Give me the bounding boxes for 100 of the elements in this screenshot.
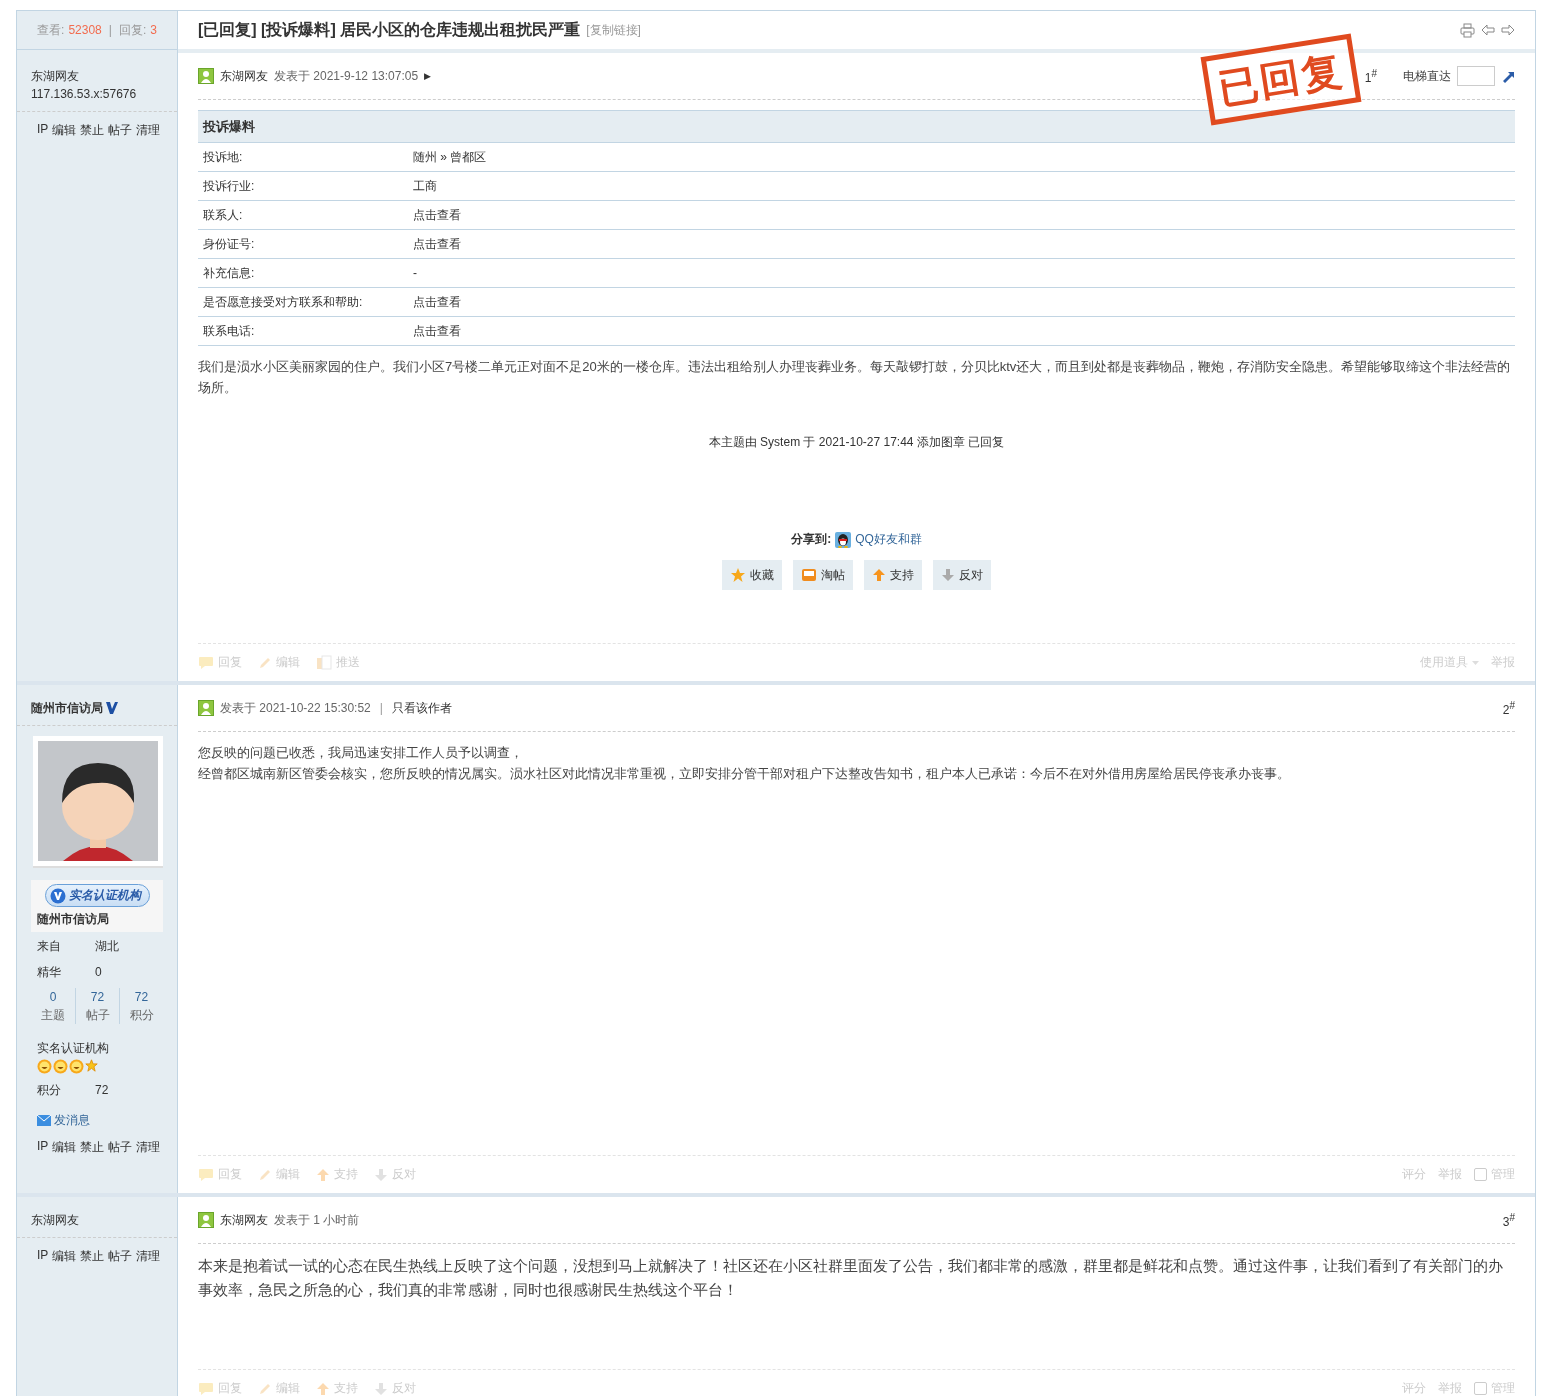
post-tool-button[interactable]: 淘帖 xyxy=(793,560,853,590)
form-title: 投诉爆料 xyxy=(198,110,1515,143)
field-value: 随州 » 曾都区 xyxy=(413,148,488,166)
field-value: 点击查看 xyxy=(413,322,462,340)
admin-link[interactable]: 禁止 xyxy=(80,1248,105,1265)
admin-link[interactable]: 清理 xyxy=(136,122,161,139)
field-label: 联系电话: xyxy=(203,322,256,340)
down-arrow-icon xyxy=(374,1381,388,1396)
post-date: 发表于 2021-10-22 15:30:52 xyxy=(220,699,371,717)
admin-link[interactable]: 清理 xyxy=(136,1248,161,1265)
info-label: 精华 xyxy=(37,963,62,981)
previous-arrow-icon[interactable] xyxy=(1481,22,1495,37)
info-value: 72 xyxy=(95,1083,110,1097)
star-icon xyxy=(730,567,746,583)
admin-link[interactable]: 清理 xyxy=(136,1139,161,1156)
up-arrow-icon xyxy=(872,568,886,582)
admin-link[interactable]: 帖子 xyxy=(108,122,133,139)
author-name[interactable]: 随州市信访局 xyxy=(31,699,163,717)
next-arrow-icon[interactable] xyxy=(1501,22,1515,37)
admin-link[interactable]: 禁止 xyxy=(80,122,105,139)
info-label: 积分 xyxy=(37,1081,62,1099)
envelope-icon xyxy=(37,1115,51,1126)
verified-icon xyxy=(49,887,66,904)
down-arrow-icon xyxy=(374,1167,388,1182)
post-tool-button[interactable]: 收藏 xyxy=(722,560,782,590)
stat-label: 积分 xyxy=(129,1007,154,1024)
up-arrow-icon xyxy=(316,1167,330,1182)
author-link[interactable]: 东湖网友 xyxy=(220,1211,268,1229)
post-text: 我们是涢水小区美丽家园的住户。我们小区7号楼二单元正对面不足20米的一楼仓库。违法出租给别人办理丧葬业务。每天敲锣打鼓，分贝比ktv还大，而且到处都是丧葬物品，鞭炮，存消防安全隐患。希望能够取缔这个非法经营的场所。 xyxy=(198,358,1512,397)
user-icon xyxy=(198,1212,214,1228)
field-value: 点击查看 xyxy=(413,293,462,311)
post-text: 您反映的问题已收悉，我局迅速安排工作人员予以调查， xyxy=(198,744,524,762)
post-tool-button[interactable]: 反对 xyxy=(933,560,991,590)
pencil-icon xyxy=(258,1381,272,1396)
organization-name: 随州市信访局 xyxy=(37,911,110,928)
user-icon xyxy=(198,700,214,716)
go-arrow-icon[interactable] xyxy=(1501,69,1515,83)
field-label: 补充信息: xyxy=(203,264,256,282)
replies-label: 回复: xyxy=(118,21,147,39)
separator: | xyxy=(108,23,112,37)
separator: | xyxy=(379,701,383,715)
post-tool-button[interactable]: 支持 xyxy=(864,560,922,590)
author-name[interactable]: 东湖网友 xyxy=(31,67,163,85)
replies-count: 3 xyxy=(150,23,157,37)
admin-link[interactable]: IP xyxy=(37,122,49,139)
stat-label: 帖子 xyxy=(85,1007,110,1024)
speech-bubble-icon xyxy=(198,1167,214,1182)
field-label: 投诉行业: xyxy=(203,177,256,195)
ip-address: 117.136.53.x:57676 xyxy=(31,86,138,103)
stat-value[interactable]: 72 xyxy=(90,988,105,1006)
field-label: 身份证号: xyxy=(203,235,256,253)
smiley-sun-icon xyxy=(53,1059,68,1074)
floor-input[interactable] xyxy=(1457,66,1495,86)
admin-link[interactable]: 帖子 xyxy=(108,1139,133,1156)
info-label: 来自 xyxy=(37,937,62,955)
print-icon[interactable] xyxy=(1460,22,1475,38)
field-label: 是否愿意接受对方联系和帮助: xyxy=(203,293,364,311)
document-icon xyxy=(316,654,332,671)
speech-bubble-icon xyxy=(198,655,214,670)
smiley-sun-icon xyxy=(37,1059,52,1074)
field-value: 工商 xyxy=(413,177,438,195)
stat-value[interactable]: 72 xyxy=(134,988,149,1006)
floor-number: 2$^{#}$ xyxy=(1502,699,1515,717)
user-group: 实名认证机构 xyxy=(17,1040,177,1057)
admin-link[interactable]: IP xyxy=(37,1139,49,1156)
up-arrow-icon xyxy=(316,1381,330,1396)
pencil-icon xyxy=(258,1167,272,1182)
author-link[interactable]: 东湖网友 xyxy=(220,67,268,85)
send-message-link[interactable]: 发消息 xyxy=(17,1112,177,1129)
share-label: 分享到: xyxy=(791,531,832,548)
info-value: 0 xyxy=(95,965,103,979)
smiley-sun-icon xyxy=(69,1059,84,1074)
expand-arrow[interactable]: ▶ xyxy=(424,71,431,81)
verified-badge: 实名认证机构 xyxy=(44,884,150,907)
user-icon xyxy=(198,68,214,84)
penguin-icon xyxy=(835,531,852,548)
verified-icon xyxy=(105,701,119,715)
admin-link[interactable]: 编辑 xyxy=(52,1248,77,1265)
stat-value[interactable]: 0 xyxy=(49,988,57,1006)
field-value: 点击查看 xyxy=(413,235,462,253)
admin-link[interactable]: 帖子 xyxy=(108,1248,133,1265)
speech-bubble-icon xyxy=(198,1381,214,1396)
info-value: 湖北 xyxy=(95,937,120,955)
caret-icon xyxy=(1472,660,1479,665)
only-author-link[interactable]: 只看该作者 xyxy=(391,699,452,717)
admin-link[interactable]: IP xyxy=(37,1248,49,1265)
tray-icon xyxy=(801,567,817,583)
admin-link[interactable]: 编辑 xyxy=(52,122,77,139)
floor-number: 3$^{#}$ xyxy=(1502,1211,1515,1229)
views-label: 查看: xyxy=(37,21,65,39)
share-link[interactable]: QQ好友和群 xyxy=(835,531,922,548)
admin-link[interactable]: 禁止 xyxy=(80,1139,105,1156)
post-date: 发表于 2021-9-12 13:07:05 xyxy=(274,67,419,85)
pencil-icon xyxy=(258,655,272,670)
admin-link[interactable]: 编辑 xyxy=(52,1139,77,1156)
down-arrow-icon xyxy=(941,568,955,582)
floor-number: 1$^{#}$ xyxy=(1364,67,1377,85)
author-name[interactable]: 东湖网友 xyxy=(31,1211,163,1229)
star-icon xyxy=(85,1059,98,1072)
post-text: 经曾都区城南新区管委会核实，您所反映的情况属实。涢水社区对此情况非常重视，立即安排分管干部对租户下达整改告知书，租户本人已承诺：今后不在对外借用房屋给居民停丧承办丧事。 xyxy=(198,765,1291,783)
